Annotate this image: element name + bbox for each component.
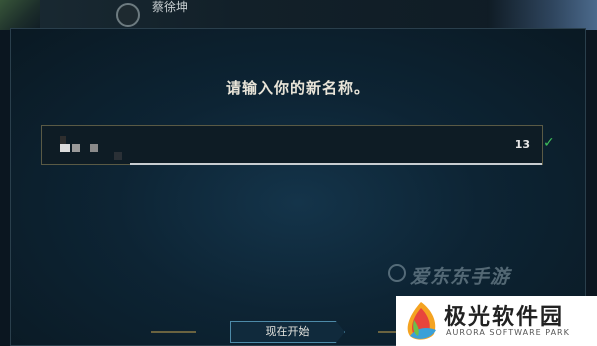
aurora-logo-icon [407, 302, 436, 340]
blurred-name-char [90, 144, 98, 152]
background-art-left [0, 0, 40, 30]
blurred-name-char [114, 152, 122, 160]
player-avatar [116, 3, 140, 27]
blurred-name-char [72, 144, 80, 152]
name-input[interactable]: 13 [41, 125, 543, 165]
divider-left [151, 331, 196, 333]
blurred-name-char [60, 144, 70, 152]
watermark-icon [388, 264, 406, 282]
start-now-button[interactable]: 现在开始 [230, 321, 345, 343]
check-icon: ✓ [543, 135, 555, 151]
brand-name-cn: 极光软件园 [444, 305, 565, 330]
watermark-text: 爱东东手游 [410, 266, 511, 288]
brand-watermark: 极光软件园 AURORA SOFTWARE PARK [396, 296, 597, 346]
background-art-right [487, 0, 597, 30]
char-count: 13 [514, 138, 530, 151]
dialog-title: 请输入你的新名称。 [225, 79, 370, 97]
brand-name-en: AURORA SOFTWARE PARK [446, 328, 570, 337]
blurred-name-char [60, 136, 66, 144]
player-name: 蔡徐坤 [152, 0, 189, 14]
